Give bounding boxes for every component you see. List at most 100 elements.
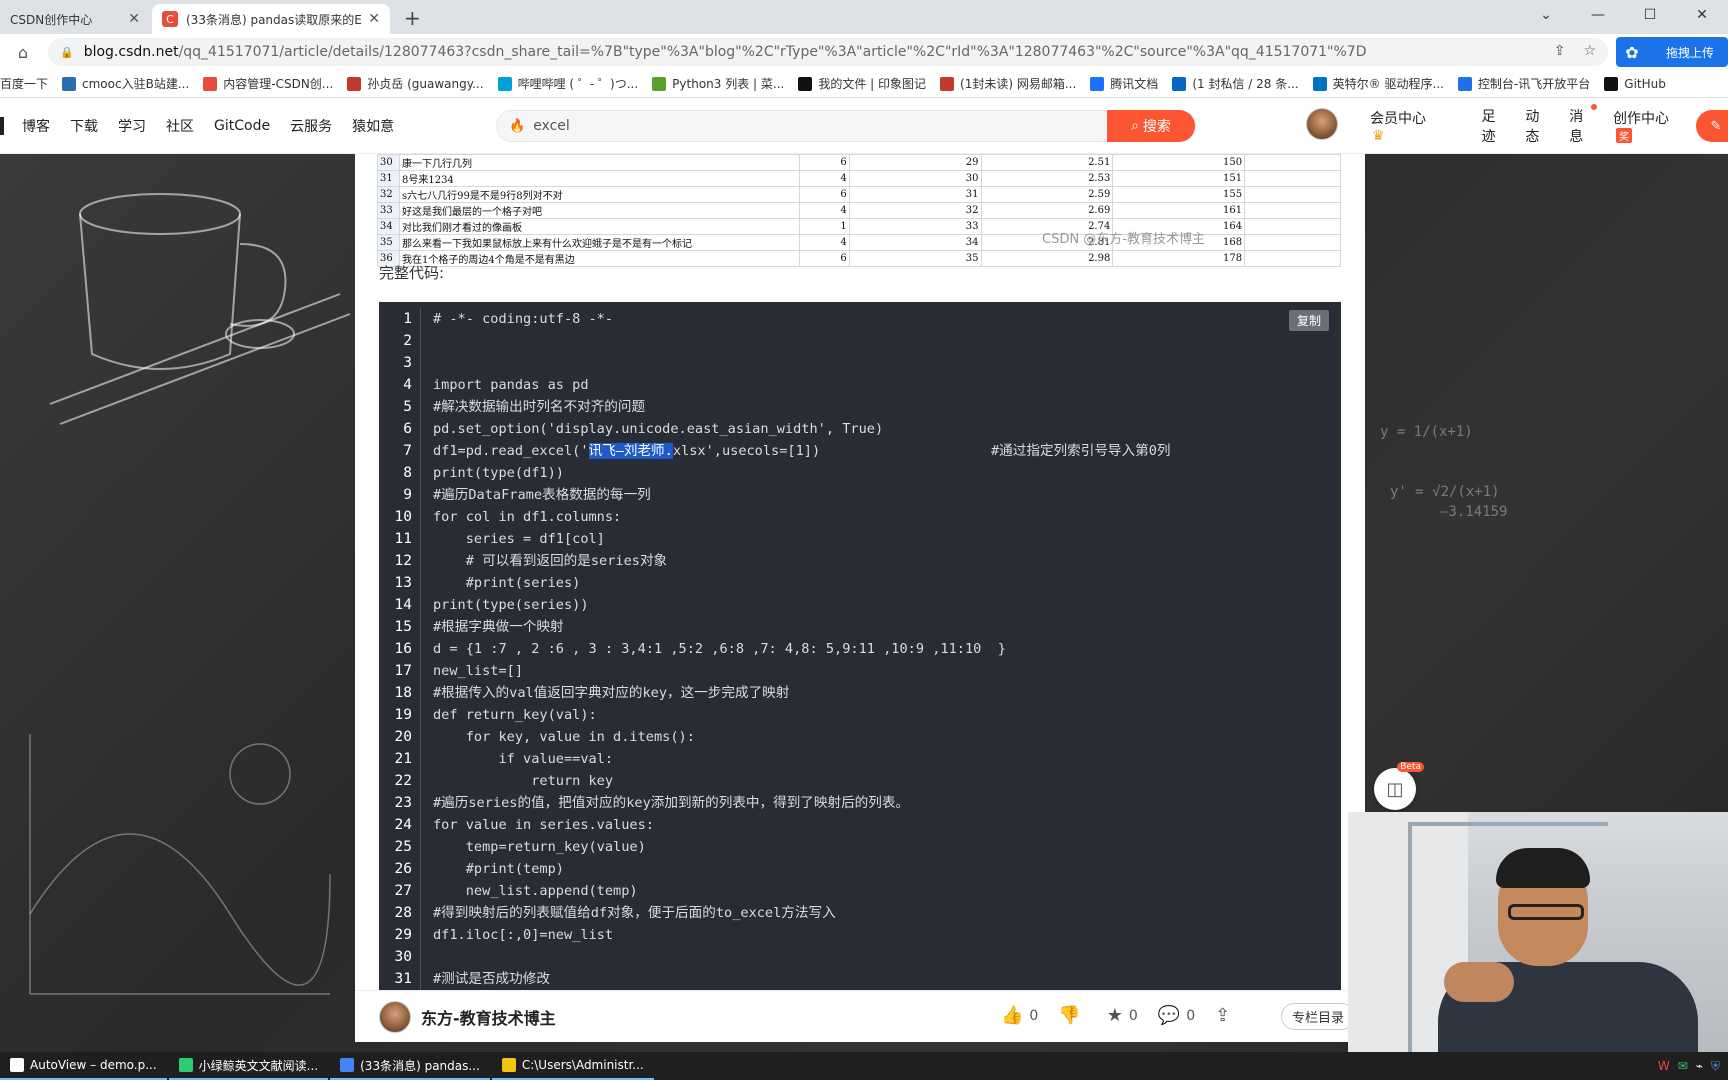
- taskbar-item[interactable]: AutoView – demo.p...: [0, 1052, 167, 1080]
- nav-link[interactable]: 猿如意: [352, 116, 394, 136]
- table-cell: 155: [1112, 186, 1246, 203]
- table-cell: 35: [848, 250, 982, 267]
- sidebar-toggle-button[interactable]: ◫ Beta: [1374, 762, 1424, 810]
- search-box: 🔥 ⌕ 搜索: [496, 110, 1196, 142]
- bookmark-item[interactable]: 哔哩哔哩 ( ゜- ゜)つ...: [497, 75, 638, 92]
- line-number: 29: [394, 927, 412, 943]
- wechat-icon[interactable]: ✉: [1678, 1059, 1688, 1073]
- bookmarks-bar: 百度一下 cmooc入驻B站建... 内容管理-CSDN创... 孙贞岳 (guawa…: [0, 70, 1728, 98]
- code-line: temp=return_key(value): [433, 839, 646, 855]
- taskbar-item[interactable]: 小绿鲸英文文献阅读...: [168, 1052, 329, 1080]
- author-avatar[interactable]: [379, 1000, 411, 1033]
- code-line: series = df1[col]: [433, 531, 605, 547]
- shield-icon[interactable]: ⛨: [1711, 1059, 1720, 1074]
- bookmark-label: cmooc入驻B站建...: [82, 77, 190, 91]
- table-cell: 4: [798, 234, 850, 251]
- column-directory-button[interactable]: 专栏目录: [1280, 1003, 1355, 1030]
- bookmark-item[interactable]: GitHub: [1604, 76, 1666, 91]
- bookmark-item[interactable]: cmooc入驻B站建...: [62, 75, 189, 92]
- code-line: df1=pd.read_excel('讯飞—刘老师.xlsx',usecols=…: [433, 440, 1341, 462]
- nav-link[interactable]: 社区: [166, 116, 194, 136]
- user-avatar[interactable]: [1306, 108, 1338, 140]
- chalk-formula: y = 1/(x+1): [1380, 424, 1473, 440]
- bookmark-label: 英特尔® 驱动程序...: [1332, 77, 1444, 91]
- share-icon[interactable]: ⇪: [1554, 43, 1566, 59]
- comment-button[interactable]: 💬 0: [1158, 1005, 1195, 1026]
- nav-creator-center[interactable]: 创作中心奖: [1613, 108, 1706, 144]
- bookmark-item[interactable]: 腾讯文档: [1090, 75, 1158, 92]
- like-button[interactable]: 👍 0: [1001, 1005, 1038, 1026]
- like-count: 0: [1029, 1007, 1039, 1024]
- bookmark-item[interactable]: 孙贞岳 (guawangy...: [347, 75, 484, 92]
- crown-icon: ♛: [1372, 128, 1385, 144]
- author-toolbar: 东方-教育技术博主 👍 0 👎 ★ 0 💬 0 ⇪ 专栏目录: [355, 990, 1365, 1042]
- nav-dynamic[interactable]: 动态: [1525, 106, 1547, 146]
- line-number: 12: [394, 553, 412, 569]
- lock-icon[interactable]: 🔒: [60, 46, 74, 59]
- search-input[interactable]: [533, 118, 1094, 134]
- publish-button[interactable]: ✎: [1696, 110, 1728, 142]
- close-icon[interactable]: ✕: [128, 11, 140, 27]
- search-button[interactable]: ⌕ 搜索: [1107, 110, 1195, 142]
- minimize-icon[interactable]: —: [1572, 0, 1624, 30]
- table-cell: 6: [798, 186, 850, 203]
- upload-extension-button[interactable]: ✿ 拖拽上传: [1616, 37, 1728, 67]
- thumbs-up-icon: 👍: [1001, 1005, 1024, 1026]
- code-lines[interactable]: # -*- coding:utf-8 -*- import pandas as p…: [433, 308, 1341, 990]
- bookmark-item[interactable]: 英特尔® 驱动程序...: [1312, 75, 1444, 92]
- line-number: 30: [394, 949, 412, 965]
- table-cell: 2.69: [980, 202, 1114, 219]
- bookmark-item[interactable]: 控制台-讯飞开放平台: [1457, 75, 1590, 92]
- app-icon: [340, 1058, 355, 1072]
- nav-link[interactable]: 下载: [70, 116, 98, 136]
- code-comment: #通过指定列索引号导入第0列: [991, 443, 1171, 459]
- code-line: if value==val:: [433, 751, 614, 767]
- bookmark-item[interactable]: Python3 列表 | 菜...: [652, 75, 784, 92]
- code-fragment: xlsx',usecols=[1]): [672, 443, 821, 459]
- webcam-person-hand: [1444, 962, 1514, 1002]
- table-cell: 31: [377, 170, 400, 187]
- table-cell: 2.51: [980, 154, 1114, 171]
- table-cell: 1: [798, 218, 850, 235]
- bookmark-star-icon[interactable]: ☆: [1583, 43, 1596, 59]
- app-icon: [501, 1058, 516, 1072]
- close-icon[interactable]: ✕: [368, 11, 380, 27]
- article-actions: 👍 0 👎 ★ 0 💬 0 ⇪: [1001, 1005, 1256, 1026]
- bookmark-item[interactable]: 我的文件 | 印象图记: [798, 75, 926, 92]
- favorite-button[interactable]: ★ 0: [1107, 1005, 1138, 1026]
- maximize-icon[interactable]: ☐: [1624, 0, 1676, 30]
- nav-vip-center[interactable]: 会员中心♛: [1370, 108, 1459, 144]
- dislike-button[interactable]: 👎: [1058, 1005, 1086, 1026]
- new-tab-button[interactable]: +: [404, 6, 421, 30]
- nav-footprint[interactable]: 足迹: [1481, 106, 1503, 146]
- taskbar-item[interactable]: (33条消息) pandas...: [330, 1052, 490, 1080]
- bookmark-item[interactable]: 百度一下: [0, 75, 48, 92]
- table-cell: 4: [798, 202, 850, 219]
- taskbar-item[interactable]: C:\Users\Administr...: [491, 1052, 654, 1080]
- nav-links: 博客 下载 学习 社区 GitCode 云服务 猿如意: [0, 98, 414, 154]
- bookmark-favicon-icon: [1090, 76, 1105, 91]
- address-bar[interactable]: 🔒 blog.csdn.net /qq_41517071/article/det…: [48, 38, 1608, 66]
- bookmark-item[interactable]: 内容管理-CSDN创...: [203, 75, 333, 92]
- share-button[interactable]: ⇪: [1215, 1005, 1236, 1026]
- table-cell: 2.53: [980, 170, 1114, 187]
- table-cell: [1244, 170, 1341, 187]
- bookmark-label: 孙贞岳 (guawangy...: [367, 77, 484, 91]
- nav-link[interactable]: 云服务: [290, 116, 332, 136]
- tab-csdn-creator[interactable]: CSDN创作中心 ✕: [0, 4, 150, 34]
- tab-active-article[interactable]: C (33条消息) pandas读取原来的E ✕: [152, 4, 390, 34]
- nav-link[interactable]: 学习: [118, 116, 146, 136]
- home-icon[interactable]: ⌂: [8, 43, 38, 62]
- nav-messages[interactable]: 消息: [1569, 104, 1597, 146]
- bookmark-item[interactable]: (1 封私信 / 28 条...: [1172, 75, 1299, 92]
- nav-link[interactable]: 博客: [22, 116, 50, 136]
- tab-label: CSDN创作中心: [10, 12, 93, 27]
- chevron-down-icon[interactable]: ⌄: [1520, 0, 1572, 30]
- network-icon[interactable]: ⌁: [1696, 1059, 1703, 1073]
- close-window-icon[interactable]: ✕: [1676, 0, 1728, 30]
- line-number: 19: [394, 707, 412, 723]
- nav-link[interactable]: GitCode: [214, 118, 270, 134]
- bookmark-item[interactable]: (1封未读) 网易邮箱...: [940, 75, 1076, 92]
- wps-icon[interactable]: W: [1658, 1059, 1670, 1073]
- author-name[interactable]: 东方-教育技术博主: [421, 1005, 556, 1029]
